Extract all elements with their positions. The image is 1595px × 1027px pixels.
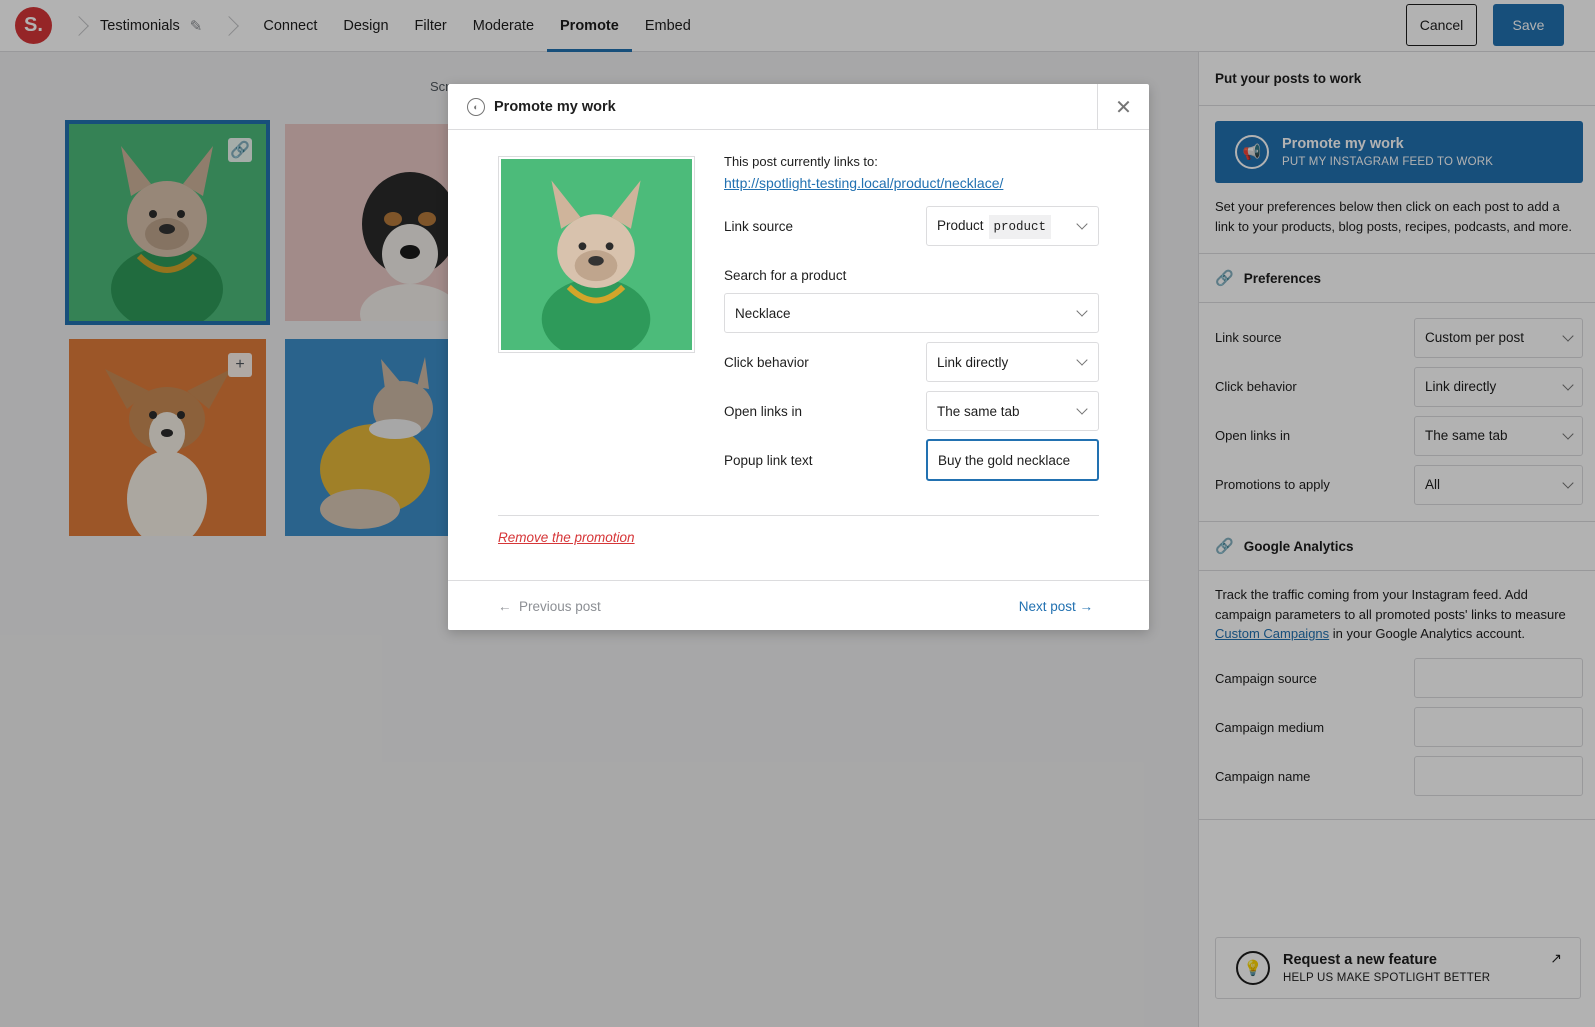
select-value: Necklace — [735, 305, 791, 321]
click-behavior-select[interactable]: Link directly — [926, 342, 1099, 382]
open-links-label: Open links in — [724, 403, 803, 419]
promote-modal: ◐ Promote my work ✕ This post currently … — [448, 84, 1149, 630]
popup-text-row: Popup link text Buy the gold necklace — [724, 439, 1099, 481]
bulldog-green-image — [501, 159, 692, 360]
remove-promotion-link[interactable]: Remove the promotion — [498, 530, 635, 545]
chevron-down-icon — [1076, 218, 1088, 230]
arrow-left-icon: ← — [498, 599, 512, 614]
close-icon[interactable]: ✕ — [1097, 84, 1149, 130]
search-product-label: Search for a product — [724, 268, 847, 283]
promotion-form: This post currently links to: http://spo… — [724, 154, 1099, 481]
open-links-select[interactable]: The same tab — [926, 391, 1099, 431]
popup-link-text-input[interactable]: Buy the gold necklace — [926, 439, 1099, 481]
chevron-down-icon — [1076, 354, 1088, 366]
popup-text-label: Popup link text — [724, 452, 813, 468]
previous-post-button[interactable]: ← Previous post — [498, 599, 601, 614]
arrow-right-icon: → — [1079, 599, 1094, 614]
link-source-label: Link source — [724, 218, 794, 234]
open-links-row: Open links in The same tab — [724, 391, 1099, 431]
previous-post-label: Previous post — [519, 599, 601, 614]
post-preview-image — [498, 156, 695, 360]
click-behavior-row: Click behavior Link directly — [724, 342, 1099, 382]
product-search-select[interactable]: Necklace — [724, 293, 1099, 333]
link-source-code: product — [988, 215, 1052, 239]
modal-title: Promote my work — [494, 98, 616, 115]
next-post-button[interactable]: Next post → — [1019, 599, 1093, 614]
link-source-select[interactable]: Product product — [926, 206, 1099, 246]
select-value: Product product — [937, 215, 1052, 239]
select-value: The same tab — [937, 403, 1020, 419]
link-source-row: Link source Product product — [724, 206, 1099, 246]
current-link-url[interactable]: http://spotlight-testing.local/product/n… — [724, 175, 1099, 191]
modal-header: ◐ Promote my work — [448, 84, 1149, 130]
select-value: Link directly — [937, 354, 1009, 370]
link-source-value: Product — [937, 218, 984, 233]
chevron-down-icon — [1076, 305, 1088, 317]
megaphone-icon: ◐ — [467, 97, 485, 116]
modal-footer: ← Previous post Next post → — [448, 580, 1149, 630]
next-post-label: Next post — [1018, 599, 1076, 614]
chevron-down-icon — [1076, 403, 1088, 415]
divider — [498, 515, 1099, 516]
links-to-label: This post currently links to: — [724, 154, 878, 169]
click-behavior-label: Click behavior — [724, 354, 809, 370]
